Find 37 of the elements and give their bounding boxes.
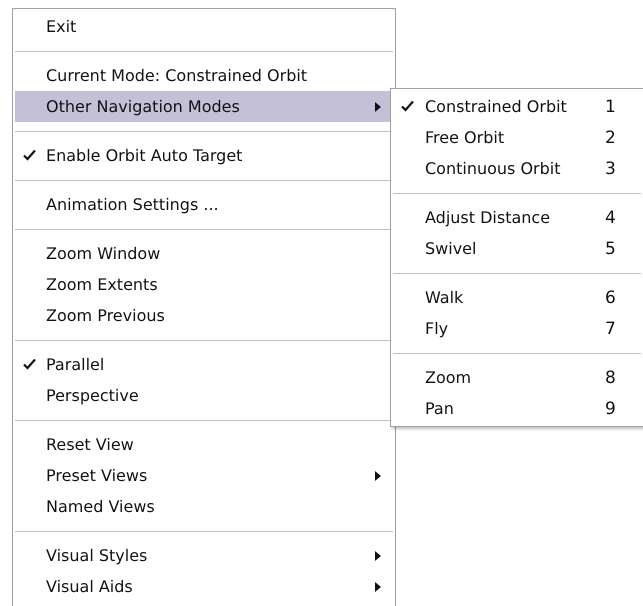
menu-item[interactable]: Adjust Distance 4 [393,202,641,233]
shortcut-key: 6 [605,288,616,308]
submenu-arrow-icon [375,551,381,561]
menu-item[interactable]: Swivel 5 [393,233,641,264]
menu-item[interactable]: Free Orbit 2 [393,122,641,153]
menu-item[interactable]: Other Navigation Modes [15,91,393,122]
menu-item[interactable]: Zoom Extents [15,269,393,300]
shortcut-key: 3 [605,158,616,178]
submenu-arrow-icon [375,471,381,481]
menu-item[interactable]: Animation Settings ... [15,189,393,220]
menu-item[interactable]: Zoom Window [15,238,393,269]
menu-item[interactable]: Perspective [15,380,393,411]
menu-item[interactable]: Reset View [15,429,393,460]
menu-item[interactable]: Named Views [15,491,393,522]
menu-item[interactable]: Walk 6 [393,282,641,313]
shortcut-key: 9 [605,398,616,418]
menu-item[interactable]: Pan 9 [393,393,641,424]
shortcut-key: 1 [605,96,616,116]
submenu-arrow-icon [375,582,381,592]
submenu-arrow-icon [375,102,381,112]
shortcut-key: 4 [605,208,616,228]
menu-item[interactable]: Zoom Previous [15,300,393,331]
menu-item[interactable]: Fly 7 [393,313,641,344]
shortcut-key: 2 [605,128,616,148]
shortcut-key: 7 [605,318,616,338]
shortcut-key: 5 [605,238,616,258]
menu-item[interactable]: Constrained Orbit 1 [393,91,641,122]
menu-item[interactable]: Preset Views [15,460,393,491]
menu-item[interactable]: Zoom 8 [393,362,641,393]
menu-item[interactable]: Enable Orbit Auto Target [15,140,393,171]
shortcut-key: 8 [605,368,616,388]
menu-item[interactable]: Current Mode: Constrained Orbit [15,60,393,91]
menu-item[interactable]: Visual Styles [15,540,393,571]
menu-item[interactable]: Exit [15,11,393,42]
menu-item[interactable]: Visual Aids [15,571,393,602]
menu-item[interactable]: Parallel [15,349,393,380]
menu-item[interactable]: Continuous Orbit 3 [393,153,641,184]
